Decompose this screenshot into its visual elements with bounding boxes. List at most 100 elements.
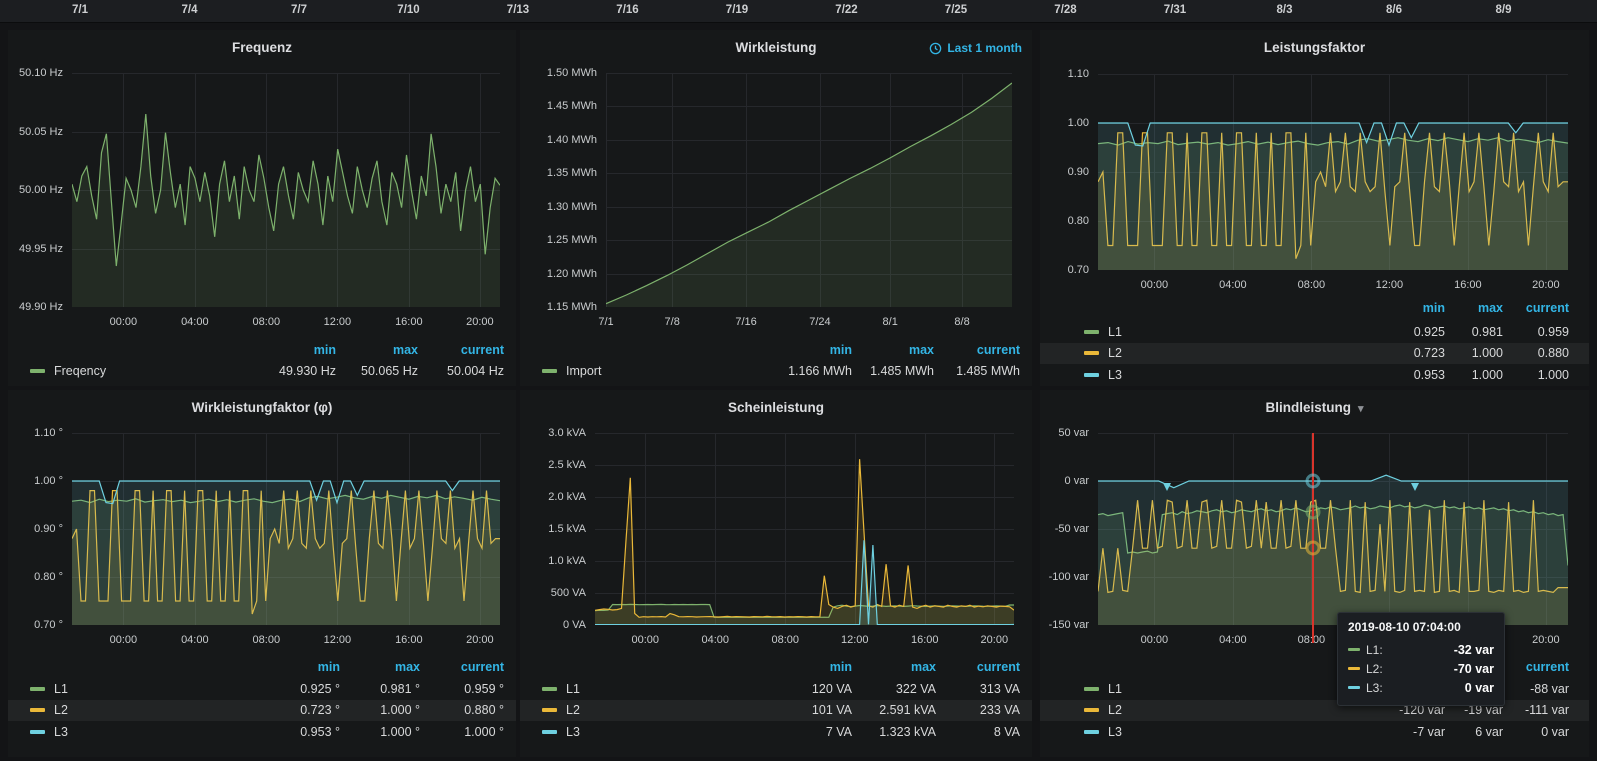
legend-header-row: minmaxcurrent xyxy=(1040,299,1589,317)
legend-series-name[interactable]: Freqency xyxy=(54,364,106,378)
legend-sort-min[interactable]: min xyxy=(1381,301,1445,315)
legend-series-name[interactable]: L1 xyxy=(566,682,580,696)
series-color-swatch[interactable] xyxy=(542,687,557,691)
legend-sort-min[interactable]: min xyxy=(760,343,852,357)
legend-value-current: 0.880 ° xyxy=(420,703,504,717)
series-color-swatch[interactable] xyxy=(30,687,45,691)
crosshair-line xyxy=(1312,433,1314,643)
panel-menu-caret-icon[interactable]: ▾ xyxy=(1358,403,1364,415)
graph-canvas-wirkleistungsfaktor-phi[interactable] xyxy=(72,433,500,625)
timeline-date-label: 7/10 xyxy=(397,4,419,16)
legend-sort-current[interactable]: current xyxy=(418,343,504,357)
legend-sort-current[interactable]: current xyxy=(420,660,504,674)
panel-title-scheinleistung[interactable]: Scheinleistung xyxy=(520,400,1032,415)
graph-canvas-blindleistung[interactable] xyxy=(1098,433,1568,625)
series-color-swatch[interactable] xyxy=(1084,730,1099,734)
legend-series-name[interactable]: L2 xyxy=(54,703,68,717)
annotation-marker-icon[interactable] xyxy=(1411,483,1419,491)
y-axis-tick-label: 3.0 kVA xyxy=(520,427,586,439)
legend-sort-current[interactable]: current xyxy=(1503,660,1569,674)
timeline-date-label: 8/9 xyxy=(1496,4,1512,16)
legend-sort-max[interactable]: max xyxy=(340,660,420,674)
panel-title-leistungsfaktor[interactable]: Leistungsfaktor xyxy=(1040,40,1589,55)
legend-row-l1: L10.9250.9810.959 xyxy=(1040,321,1589,343)
legend-value-min: 120 VA xyxy=(764,682,852,696)
x-axis-tick-label: 12:00 xyxy=(1376,279,1404,291)
legend-row-l1: L10.925 °0.981 °0.959 ° xyxy=(8,678,516,700)
legend-frequenz: minmaxcurrentFreqency49.930 Hz50.065 Hz5… xyxy=(8,341,516,381)
legend-series-name[interactable]: L3 xyxy=(1108,368,1122,382)
y-axis-tick-label: 0.90 xyxy=(1040,166,1089,178)
graph-canvas-wirkleistung[interactable] xyxy=(606,73,1012,307)
legend-sort-min[interactable]: min xyxy=(764,660,852,674)
y-axis-tick-label: 0.80 xyxy=(1040,215,1089,227)
legend-series-name[interactable]: L2 xyxy=(1108,346,1122,360)
tooltip-timestamp: 2019-08-10 07:04:00 xyxy=(1348,620,1494,634)
legend-value-max: 1.000 xyxy=(1445,346,1503,360)
tooltip-series-value: 0 var xyxy=(1383,681,1494,695)
series-color-swatch[interactable] xyxy=(1084,351,1099,355)
series-color-swatch[interactable] xyxy=(542,730,557,734)
legend-series-name[interactable]: L2 xyxy=(566,703,580,717)
legend-series-name[interactable]: L3 xyxy=(54,725,68,739)
timeline-date-label: 7/28 xyxy=(1054,4,1076,16)
y-axis-tick-label: 0.80 ° xyxy=(8,571,63,583)
graph-svg xyxy=(595,433,1014,625)
legend-sort-current[interactable]: current xyxy=(1503,301,1569,315)
legend-series-name[interactable]: L1 xyxy=(1108,682,1122,696)
y-axis-tick-label: 2.0 kVA xyxy=(520,491,586,503)
y-axis-tick-label: 1.10 ° xyxy=(8,427,63,439)
legend-series-name[interactable]: L1 xyxy=(1108,325,1122,339)
legend-sort-max[interactable]: max xyxy=(1445,301,1503,315)
legend-sort-current[interactable]: current xyxy=(936,660,1020,674)
series-color-swatch[interactable] xyxy=(542,708,557,712)
legend-value-min: 0.723 xyxy=(1381,346,1445,360)
legend-sort-current[interactable]: current xyxy=(934,343,1020,357)
timeline-date-label: 8/6 xyxy=(1386,4,1402,16)
time-range-label: Last 1 month xyxy=(947,41,1022,55)
y-axis-tick-label: 0.90 ° xyxy=(8,523,63,535)
legend-series-name[interactable]: Import xyxy=(566,364,601,378)
series-color-swatch[interactable] xyxy=(30,708,45,712)
panel-title-frequenz[interactable]: Frequenz xyxy=(8,40,516,55)
legend-sort-max[interactable]: max xyxy=(852,660,936,674)
series-color-swatch[interactable] xyxy=(1084,708,1099,712)
legend-header-row: minmaxcurrent xyxy=(8,341,516,359)
series-color-swatch[interactable] xyxy=(542,369,557,373)
x-axis-tick-label: 08:00 xyxy=(253,316,281,328)
x-axis-tick-label: 00:00 xyxy=(632,634,660,646)
legend-sort-min[interactable]: min xyxy=(252,660,340,674)
timeline-axis[interactable]: 7/17/47/77/107/137/167/197/227/257/287/3… xyxy=(0,0,1597,23)
legend-sort-min[interactable]: min xyxy=(244,343,336,357)
legend-sort-max[interactable]: max xyxy=(336,343,418,357)
clock-icon xyxy=(929,42,942,55)
panel-title-blindleistung[interactable]: Blindleistung▾ xyxy=(1040,400,1589,415)
graph-canvas-frequenz[interactable] xyxy=(72,73,500,307)
legend-row-l2: L20.723 °1.000 °0.880 ° xyxy=(8,700,516,722)
x-axis-tick-label: 00:00 xyxy=(110,316,138,328)
legend-value-max: 322 VA xyxy=(852,682,936,696)
legend-value-current: 50.004 Hz xyxy=(418,364,504,378)
series-color-swatch[interactable] xyxy=(30,369,45,373)
legend-series-name[interactable]: L3 xyxy=(1108,725,1122,739)
legend-series-name[interactable]: L2 xyxy=(1108,703,1122,717)
graph-canvas-leistungsfaktor[interactable] xyxy=(1098,74,1568,270)
series-color-swatch[interactable] xyxy=(1084,373,1099,377)
time-range-badge[interactable]: Last 1 month xyxy=(929,41,1022,55)
x-axis-tick-label: 08:00 xyxy=(1298,279,1326,291)
timeline-date-label: 7/13 xyxy=(507,4,529,16)
panel-wirkleistung: WirkleistungLast 1 month1.50 MWh1.45 MWh… xyxy=(520,30,1032,386)
legend-sort-max[interactable]: max xyxy=(852,343,934,357)
series-color-swatch[interactable] xyxy=(1084,687,1099,691)
legend-series-name[interactable]: L1 xyxy=(54,682,68,696)
legend-series-name[interactable]: L3 xyxy=(566,725,580,739)
graph-canvas-scheinleistung[interactable] xyxy=(595,433,1014,625)
legend-wirkleistung: minmaxcurrentImport1.166 MWh1.485 MWh1.4… xyxy=(520,341,1032,381)
series-color-swatch[interactable] xyxy=(1084,330,1099,334)
legend-value-max: 2.591 kVA xyxy=(852,703,936,717)
legend-value-current: 233 VA xyxy=(936,703,1020,717)
series-color-swatch[interactable] xyxy=(30,730,45,734)
panel-title-wirkleistungsfaktor-phi[interactable]: Wirkleistungfaktor (φ) xyxy=(8,400,516,415)
annotation-marker-icon[interactable] xyxy=(1163,483,1171,491)
y-axis-tick-label: -100 var xyxy=(1040,571,1089,583)
